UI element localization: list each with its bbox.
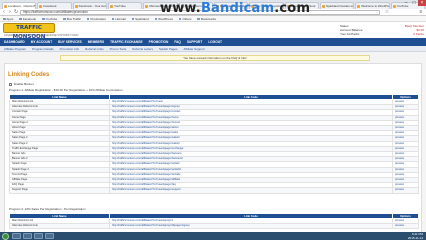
account-row-value: 0 Packs xyxy=(413,31,424,36)
menu-item[interactable]: MY ACCOUNT xyxy=(31,38,52,46)
links-table-1: Link Name Link Code Options Main Referra… xyxy=(9,94,419,194)
tab-favicon-icon xyxy=(74,4,78,8)
preview-link[interactable]: preview xyxy=(392,187,419,194)
submenu-item[interactable]: Program Details xyxy=(32,46,54,51)
tab-favicon-icon xyxy=(109,4,113,8)
submenu-item[interactable]: Referral Letters xyxy=(132,46,153,51)
site-header: TRAFFIC MONSOON ADVERTISE TO THOUSANDS O… xyxy=(0,22,426,40)
main-menu: DASHBOARD MY ACCOUNT BUY SERVICES MEMBERS TR… xyxy=(0,38,426,46)
browser-tab[interactable]: YouTube xyxy=(107,2,143,9)
link-name-cell: Support Page xyxy=(9,187,110,194)
close-icon[interactable]: × xyxy=(418,0,426,6)
reload-icon[interactable]: ↻ xyxy=(13,9,19,16)
tab-label: YouTube xyxy=(113,4,126,8)
browser-tab[interactable]: Welcome to WordPress xyxy=(355,2,390,9)
preview-link[interactable]: preview xyxy=(392,223,419,230)
sub-menu: Affiliate Program Program Details Promotio… xyxy=(0,46,426,52)
submenu-item[interactable]: Affiliate Support xyxy=(184,46,205,51)
submenu-item[interactable]: Promo Tools xyxy=(110,46,127,51)
link-code-cell[interactable]: http://trafficmonsoon.com/affiliates/?re… xyxy=(109,223,393,230)
site-tagline: ADVERTISE TO THOUSANDS OF GENUINE VISITO… xyxy=(4,34,79,37)
table-row: Alternate Referral Link http://trafficmon… xyxy=(9,223,419,230)
chrome-icon[interactable] xyxy=(23,233,32,239)
tab-label: Facebook - Your Acco xyxy=(78,4,107,8)
bookmark-item[interactable]: Others xyxy=(179,16,191,21)
minimize-icon[interactable]: – xyxy=(402,0,410,6)
link-code-cell[interactable]: http://trafficmonsoon.com/affiliates/?re… xyxy=(109,187,393,194)
star-icon[interactable]: ☆ xyxy=(384,9,390,16)
menu-item[interactable]: TRAFFIC EXCHANGE xyxy=(110,38,143,46)
bookmark-item[interactable]: Bookmarks xyxy=(197,16,216,21)
browser-tab[interactable]: Locations - Clients Bun xyxy=(2,2,37,9)
submenu-item[interactable]: Referral Links xyxy=(85,46,104,51)
account-summary: Status Basic Member Account Balance $0.00 Yo… xyxy=(340,24,424,37)
menu-item[interactable]: DASHBOARD xyxy=(4,38,25,46)
tab-label: Sparkland Guides to C xyxy=(325,4,355,8)
program-1-line: Program 1: Affiliate Registration - $10.… xyxy=(9,88,123,92)
tab-label: Welcome to WordPress xyxy=(361,4,390,8)
clock-date: 2015-11-14 xyxy=(407,236,423,240)
menu-item[interactable]: MEMBERS xyxy=(88,38,104,46)
table-row: Support Page http://trafficmonsoon.com/af… xyxy=(9,187,419,194)
menu-item[interactable]: FAQ xyxy=(174,38,181,46)
link-name-cell: Alternate Referral Link xyxy=(9,223,110,230)
bandicam-icon[interactable] xyxy=(45,233,54,239)
explorer-icon[interactable] xyxy=(12,233,21,239)
program-2-line: Program 2: 10% Sales Per Registration - … xyxy=(9,207,86,211)
tab-favicon-icon xyxy=(321,4,325,8)
bookmark-item[interactable]: WordPress xyxy=(155,16,173,21)
bookmark-item[interactable]: Apps xyxy=(3,16,14,21)
bandicam-watermark: www.Bandicam.com xyxy=(160,1,310,16)
account-row: Your Ad Packs 0 Packs xyxy=(340,31,424,37)
menu-item[interactable]: PROMOTION xyxy=(149,38,169,46)
site-logo[interactable]: TRAFFIC MONSOON xyxy=(3,23,55,40)
menu-item[interactable]: SUPPORT xyxy=(187,38,202,46)
watermark-brand: Bandicam xyxy=(200,1,275,16)
enable-banner-checkbox[interactable]: Enable Banner xyxy=(9,82,34,86)
bookmark-item[interactable]: Hotmail xyxy=(112,16,125,21)
tab-favicon-icon xyxy=(39,4,43,8)
bookmark-item[interactable]: Sparkland xyxy=(132,16,149,21)
checkbox-box[interactable] xyxy=(9,82,12,86)
bookmark-item[interactable]: Bux Traffic xyxy=(63,16,81,21)
start-button[interactable] xyxy=(2,232,9,240)
screen: Locations - Clients Bun Facebook Facebook … xyxy=(0,0,426,240)
media-icon[interactable] xyxy=(34,233,43,239)
browser-tab[interactable]: Facebook - Your Acco xyxy=(72,2,107,9)
checkbox-label: Enable Banner xyxy=(14,82,34,86)
submenu-item[interactable]: Splash Pages xyxy=(159,46,178,51)
bookmark-item[interactable]: YouTube xyxy=(42,16,58,21)
main-content: Linking Codes Enable Banner Program 1: A… xyxy=(4,63,422,233)
notice-banner[interactable]: You have unread information on the FAQ &… xyxy=(60,55,370,61)
menu-item[interactable]: LOGOUT xyxy=(208,38,222,46)
bookmark-item[interactable]: Facebook xyxy=(19,16,36,21)
account-row-label: Your Ad Packs xyxy=(340,31,360,36)
watermark-prefix: www. xyxy=(160,1,201,16)
page-title: Linking Codes xyxy=(8,72,50,78)
watermark-suffix: .com xyxy=(274,1,311,16)
windows-taskbar: 9:41 PM 2015-11-14 xyxy=(0,232,426,240)
menu-icon[interactable]: ≡ xyxy=(418,9,424,16)
bookmark-item[interactable]: Prodmaster xyxy=(87,16,106,21)
browser-tab[interactable]: Facebook xyxy=(37,2,72,9)
tab-favicon-icon xyxy=(145,4,149,8)
menu-item[interactable]: BUY SERVICES xyxy=(58,38,82,46)
tab-favicon-icon xyxy=(392,4,396,8)
tab-favicon-icon xyxy=(357,4,361,8)
submenu-item[interactable]: Affiliate Program xyxy=(4,46,26,51)
links-table-2: Link Name Link Code Options Main Referra… xyxy=(9,213,419,230)
browser-tab[interactable]: Sparkland Guides to C xyxy=(319,2,355,9)
system-clock[interactable]: 9:41 PM 2015-11-14 xyxy=(408,232,423,240)
maximize-icon[interactable]: □ xyxy=(410,0,418,6)
tab-favicon-icon xyxy=(4,4,7,8)
submenu-item[interactable]: Promotion Info xyxy=(60,46,80,51)
tab-label: Locations - Clients Bun xyxy=(8,4,37,8)
tab-label: Facebook xyxy=(43,4,57,8)
